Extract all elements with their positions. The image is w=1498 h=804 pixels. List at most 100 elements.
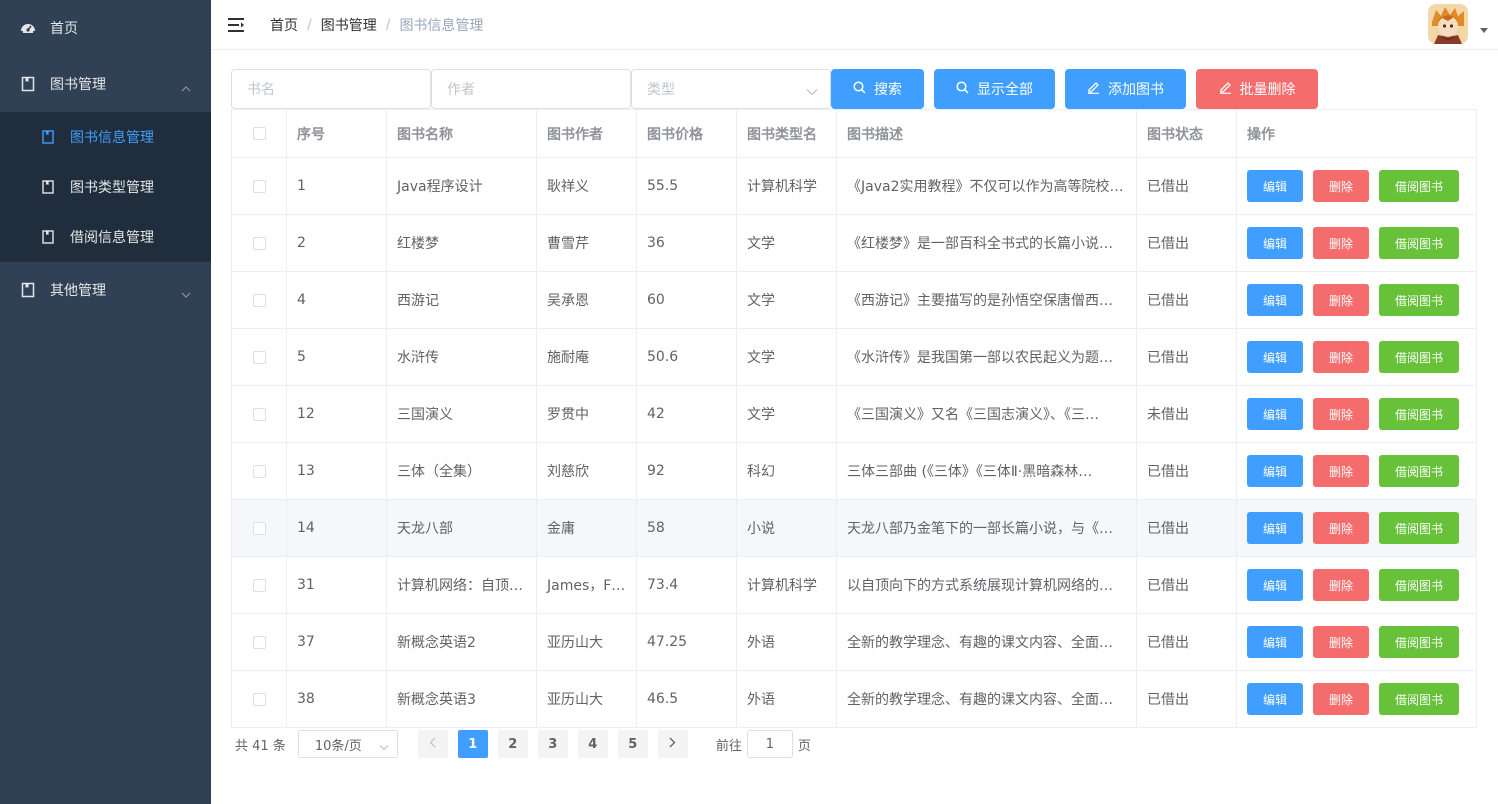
delete-button[interactable]: 删除 — [1313, 284, 1369, 316]
sidebar-item-home[interactable]: 首页 — [0, 0, 211, 56]
row-checkbox[interactable] — [252, 635, 266, 649]
goto-prefix: 前往 — [715, 738, 742, 754]
borrow-button[interactable]: 借阅图书 — [1379, 569, 1459, 601]
chevron-down-icon — [379, 740, 389, 755]
sidebar-item-other-management[interactable]: 其他管理 — [0, 262, 211, 318]
borrow-button[interactable]: 借阅图书 — [1379, 626, 1459, 658]
sidebar-item-book-type[interactable]: 图书类型管理 — [0, 162, 211, 212]
cell-status: 未借出 — [1137, 386, 1237, 442]
add-book-button-label: 添加图书 — [1108, 82, 1164, 98]
cell-actions: 编辑 删除 借阅图书 — [1237, 500, 1476, 556]
borrow-button[interactable]: 借阅图书 — [1379, 512, 1459, 544]
row-checkbox[interactable] — [252, 350, 266, 364]
cell-price: 73.4 — [637, 557, 737, 613]
cell-status: 已借出 — [1137, 614, 1237, 670]
delete-button[interactable]: 删除 — [1313, 683, 1369, 715]
delete-button[interactable]: 删除 — [1313, 170, 1369, 202]
delete-button[interactable]: 删除 — [1313, 341, 1369, 373]
avatar[interactable] — [1428, 4, 1468, 44]
goto-page-input[interactable]: 1 — [746, 730, 793, 758]
page-number-button[interactable]: 5 — [617, 730, 648, 758]
delete-button[interactable]: 删除 — [1313, 398, 1369, 430]
cell-type: 文学 — [737, 329, 837, 385]
edit-button[interactable]: 编辑 — [1247, 398, 1303, 430]
cell-description: 《三国演义》又名《三国志演义》、《三… — [837, 386, 1137, 442]
cell-description: 《西游记》主要描写的是孙悟空保唐僧西… — [837, 272, 1137, 328]
search-button[interactable]: 搜索 — [831, 69, 924, 109]
edit-button[interactable]: 编辑 — [1247, 626, 1303, 658]
type-select-placeholder: 类型 — [647, 82, 675, 98]
delete-button[interactable]: 删除 — [1313, 455, 1369, 487]
edit-button[interactable]: 编辑 — [1247, 227, 1303, 259]
row-checkbox[interactable] — [252, 293, 266, 307]
page-number-button[interactable]: 2 — [497, 730, 528, 758]
top-navbar: 首页 / 图书管理 / 图书信息管理 — [211, 0, 1498, 50]
cell-name: 天龙八部 — [387, 500, 537, 556]
select-all-checkbox[interactable] — [252, 127, 266, 140]
cell-status: 已借出 — [1137, 557, 1237, 613]
borrow-button[interactable]: 借阅图书 — [1379, 170, 1459, 202]
cell-price: 47.25 — [637, 614, 737, 670]
hamburger-menu-icon[interactable] — [228, 17, 246, 33]
borrow-button[interactable]: 借阅图书 — [1379, 455, 1459, 487]
edit-button[interactable]: 编辑 — [1247, 569, 1303, 601]
breadcrumb-home[interactable]: 首页 — [270, 15, 298, 35]
cell-actions: 编辑 删除 借阅图书 — [1237, 215, 1476, 271]
edit-button[interactable]: 编辑 — [1247, 170, 1303, 202]
edit-button[interactable]: 编辑 — [1247, 455, 1303, 487]
table-row: 14 天龙八部 金庸 58 小说 天龙八部乃金笔下的一部长篇小说，与《… 已借出… — [232, 500, 1476, 557]
page-number-button[interactable]: 4 — [577, 730, 608, 758]
row-checkbox[interactable] — [252, 692, 266, 706]
sidebar-item-borrow-info[interactable]: 借阅信息管理 — [0, 212, 211, 262]
show-all-button[interactable]: 显示全部 — [934, 69, 1055, 109]
row-checkbox-cell — [232, 443, 287, 499]
borrow-button[interactable]: 借阅图书 — [1379, 227, 1459, 259]
sidebar-item-book-info[interactable]: 图书信息管理 — [0, 112, 211, 162]
borrow-button[interactable]: 借阅图书 — [1379, 284, 1459, 316]
batch-delete-button[interactable]: 批量删除 — [1196, 69, 1318, 109]
column-header-name: 图书名称 — [387, 110, 537, 157]
edit-button[interactable]: 编辑 — [1247, 341, 1303, 373]
cell-id: 38 — [287, 671, 387, 727]
borrow-button[interactable]: 借阅图书 — [1379, 341, 1459, 373]
cell-type: 文学 — [737, 215, 837, 271]
row-checkbox[interactable] — [252, 464, 266, 478]
table-row: 38 新概念英语3 亚历山大 46.5 外语 全新的教学理念、有趣的课文内容、全… — [232, 671, 1476, 728]
cell-actions: 编辑 删除 借阅图书 — [1237, 557, 1476, 613]
edit-button[interactable]: 编辑 — [1247, 284, 1303, 316]
delete-button[interactable]: 删除 — [1313, 569, 1369, 601]
page-number-button[interactable]: 1 — [457, 730, 488, 758]
breadcrumb-book-management[interactable]: 图书管理 — [321, 15, 377, 35]
row-checkbox[interactable] — [252, 236, 266, 250]
edit-button[interactable]: 编辑 — [1247, 512, 1303, 544]
cell-status: 已借出 — [1137, 500, 1237, 556]
cell-price: 55.5 — [637, 158, 737, 214]
row-checkbox[interactable] — [252, 407, 266, 421]
type-select[interactable]: 类型 — [631, 69, 831, 109]
cell-id: 4 — [287, 272, 387, 328]
page-number-button[interactable]: 3 — [537, 730, 568, 758]
book-name-input[interactable]: 书名 — [231, 69, 431, 109]
delete-button[interactable]: 删除 — [1313, 227, 1369, 259]
author-input[interactable]: 作者 — [431, 69, 631, 109]
delete-button[interactable]: 删除 — [1313, 512, 1369, 544]
row-checkbox[interactable] — [252, 179, 266, 193]
cell-status: 已借出 — [1137, 215, 1237, 271]
next-page-button[interactable] — [657, 730, 688, 758]
row-checkbox[interactable] — [252, 521, 266, 535]
cell-description: 以自顶向下的方式系统展现计算机网络的… — [837, 557, 1137, 613]
add-book-button[interactable]: 添加图书 — [1065, 69, 1186, 109]
cell-name: 水浒传 — [387, 329, 537, 385]
cell-author: 罗贯中 — [537, 386, 637, 442]
row-checkbox[interactable] — [252, 578, 266, 592]
caret-down-icon[interactable] — [1480, 28, 1488, 33]
delete-button[interactable]: 删除 — [1313, 626, 1369, 658]
table-row: 2 红楼梦 曹雪芹 36 文学 《红楼梦》是一部百科全书式的长篇小说… 已借出 … — [232, 215, 1476, 272]
cell-price: 46.5 — [637, 671, 737, 727]
page-size-select[interactable]: 10条/页 — [297, 730, 398, 758]
borrow-button[interactable]: 借阅图书 — [1379, 683, 1459, 715]
prev-page-button[interactable] — [417, 730, 448, 758]
edit-button[interactable]: 编辑 — [1247, 683, 1303, 715]
sidebar-item-book-management[interactable]: 图书管理 — [0, 56, 211, 112]
borrow-button[interactable]: 借阅图书 — [1379, 398, 1459, 430]
